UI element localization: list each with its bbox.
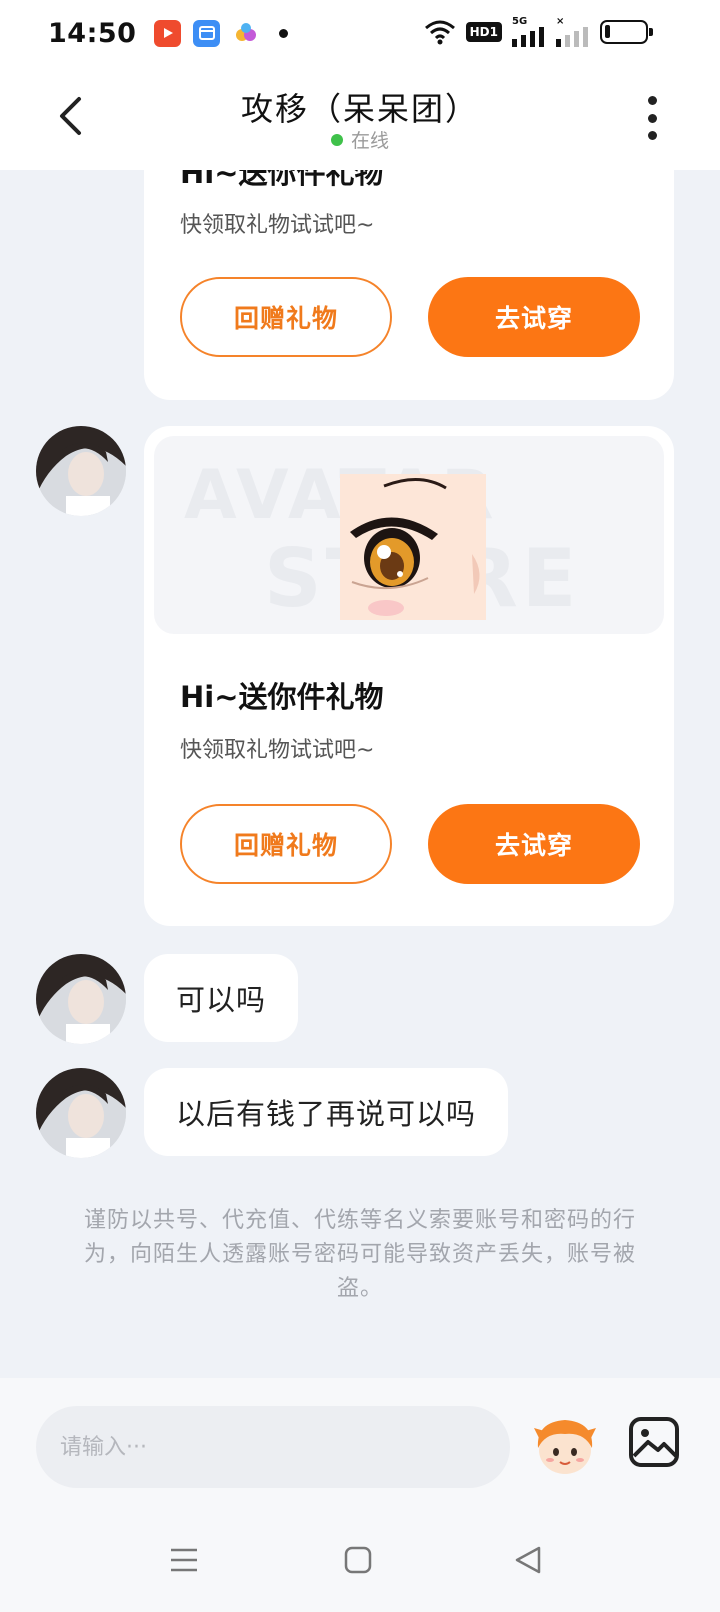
message-text: 以后有钱了再说可以吗 bbox=[176, 1097, 477, 1131]
wifi-icon bbox=[424, 20, 455, 44]
gift-preview-image[interactable]: AVATAR STORE bbox=[154, 436, 664, 634]
recent-apps-button[interactable] bbox=[160, 1536, 208, 1584]
more-icon bbox=[647, 96, 657, 105]
chat-header: 攻移（呆呆团） 在线 bbox=[0, 66, 720, 170]
try-on-button[interactable]: 去试穿 bbox=[428, 804, 640, 884]
avatar[interactable] bbox=[36, 1068, 126, 1158]
message-text: 可以吗 bbox=[176, 983, 267, 1017]
status-bar: 14:50 HD1 5G × bbox=[0, 0, 720, 66]
gift-card-subtitle: 快领取礼物试试吧~ bbox=[180, 213, 375, 238]
back-nav-icon bbox=[515, 1546, 541, 1574]
contact-name: 攻移（呆呆团） bbox=[240, 90, 479, 128]
hd-badge: HD1 bbox=[465, 21, 502, 42]
status-indicators: HD1 5G × bbox=[424, 16, 653, 47]
message-bubble[interactable]: 以后有钱了再说可以吗 bbox=[144, 1068, 509, 1156]
message-input[interactable] bbox=[36, 1406, 510, 1488]
menu-icon bbox=[171, 1548, 197, 1572]
online-status-label: 在线 bbox=[350, 130, 389, 152]
notification-dot-icon bbox=[279, 28, 289, 38]
return-gift-button[interactable]: 回赠礼物 bbox=[180, 804, 392, 884]
signal-2: × bbox=[556, 16, 590, 47]
system-nav-bar bbox=[0, 1506, 720, 1612]
avatar[interactable] bbox=[36, 954, 126, 1044]
message-bubble[interactable]: 可以吗 bbox=[144, 954, 299, 1042]
battery-icon bbox=[600, 19, 653, 44]
more-button[interactable] bbox=[640, 96, 664, 140]
video-app-icon bbox=[154, 19, 182, 47]
gift-card-title: Hi~送你件礼物 bbox=[180, 680, 384, 714]
try-on-button[interactable]: 去试穿 bbox=[428, 277, 640, 357]
online-dot-icon bbox=[330, 133, 343, 146]
home-button[interactable] bbox=[334, 1536, 382, 1584]
signal-5g: 5G bbox=[512, 16, 546, 47]
signal-icon bbox=[512, 27, 544, 47]
image-icon bbox=[629, 1417, 679, 1467]
gift-card-title: Hi~送你件礼物 bbox=[180, 170, 384, 190]
assistant-app-icon bbox=[232, 20, 259, 47]
emoji-button[interactable] bbox=[532, 1414, 598, 1478]
return-gift-button[interactable]: 回赠礼物 bbox=[180, 277, 392, 357]
emoji-icon bbox=[534, 1420, 596, 1474]
home-icon bbox=[344, 1546, 372, 1574]
input-bar bbox=[0, 1378, 720, 1506]
safety-notice: 谨防以共号、代充值、代练等名义索要账号和密码的行为，向陌生人透露账号密码可能导致… bbox=[83, 1208, 636, 1301]
gift-card-subtitle: 快领取礼物试试吧~ bbox=[180, 738, 375, 763]
online-status: 在线 bbox=[0, 126, 720, 153]
avatar[interactable] bbox=[36, 426, 126, 516]
status-time: 14:50 bbox=[48, 17, 137, 49]
signal-weak-icon bbox=[556, 27, 588, 47]
back-nav-button[interactable] bbox=[504, 1536, 552, 1584]
gift-eye-image bbox=[340, 474, 486, 620]
browser-app-icon bbox=[193, 19, 221, 47]
gift-card: Hi~送你件礼物 快领取礼物试试吧~ 回赠礼物 去试穿 bbox=[144, 170, 674, 400]
gift-card: AVATAR STORE Hi~送你件礼物 快领取礼物试 bbox=[144, 426, 674, 926]
chat-area[interactable]: Hi~送你件礼物 快领取礼物试试吧~ 回赠礼物 去试穿 AVATAR STORE bbox=[0, 170, 720, 1378]
image-button[interactable] bbox=[628, 1416, 680, 1468]
